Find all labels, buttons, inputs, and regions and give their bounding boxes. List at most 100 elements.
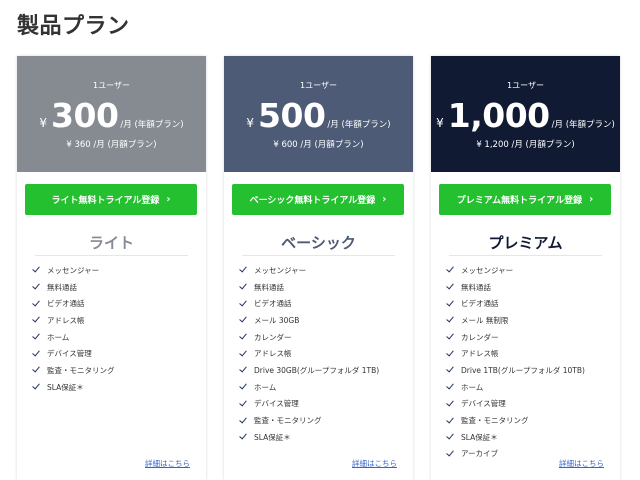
plan-name: ベーシック bbox=[281, 234, 356, 252]
monthly-price: ¥ 360 /月 (月額プラン) bbox=[66, 140, 157, 150]
feature-list: メッセンジャー 無料通話 ビデオ通話 アドレス帳 ホーム デバイス管理 監査・モニタリング S… bbox=[32, 262, 115, 396]
price-unit: /月 (年額プラン) bbox=[120, 120, 184, 130]
feature-item: ビデオ通話 bbox=[239, 295, 379, 312]
monthly-price: ¥ 1,200 /月 (月額プラン) bbox=[476, 140, 575, 150]
feature-item: メール 無制限 bbox=[446, 312, 585, 329]
plan-name: ライト bbox=[88, 234, 134, 252]
check-icon bbox=[446, 398, 454, 407]
trial-button-label: ベーシック無料トライアル登録 bbox=[249, 196, 376, 206]
price-amount: 300 bbox=[51, 96, 119, 135]
check-icon bbox=[32, 298, 40, 307]
price-box: 1ユーザー ¥ 300 /月 (年額プラン) ¥ 360 /月 (月額プラン) bbox=[17, 56, 206, 172]
feature-label: デバイス管理 bbox=[47, 349, 92, 359]
feature-label: アドレス帳 bbox=[461, 349, 499, 359]
feature-item: カレンダー bbox=[239, 329, 379, 346]
check-icon bbox=[446, 381, 454, 390]
check-icon bbox=[446, 448, 454, 457]
detail-link-basic[interactable]: 詳細はこちら bbox=[352, 458, 397, 469]
feature-item: Drive 1TB(グループフォルダ 10TB) bbox=[446, 362, 585, 379]
plan-card-premium: 1ユーザー ¥ 1,000 /月 (年額プラン) ¥ 1,200 /月 (月額プ… bbox=[431, 56, 620, 480]
feature-item: ホーム bbox=[32, 329, 115, 346]
price-unit: /月 (年額プラン) bbox=[551, 120, 615, 130]
check-icon bbox=[32, 331, 40, 340]
feature-label: メール 無制限 bbox=[461, 315, 509, 325]
feature-label: SLA保証＊ bbox=[47, 382, 84, 392]
price-box: 1ユーザー ¥ 500 /月 (年額プラン) ¥ 600 /月 (月額プラン) bbox=[224, 56, 413, 172]
feature-item: ホーム bbox=[239, 379, 379, 396]
check-icon bbox=[239, 415, 247, 423]
feature-item: デバイス管理 bbox=[32, 345, 115, 362]
feature-label: メッセンジャー bbox=[254, 265, 307, 275]
check-icon bbox=[239, 431, 247, 440]
feature-label: デバイス管理 bbox=[461, 399, 506, 409]
feature-item: ホーム bbox=[446, 379, 585, 396]
trial-button-light[interactable]: ライト無料トライアル登録 › bbox=[25, 184, 197, 215]
plan-card-basic: 1ユーザー ¥ 500 /月 (年額プラン) ¥ 600 /月 (月額プラン) … bbox=[224, 56, 413, 480]
check-icon bbox=[446, 314, 454, 323]
feature-label: ホーム bbox=[47, 332, 70, 342]
check-icon bbox=[446, 298, 454, 307]
feature-label: ビデオ通話 bbox=[47, 299, 85, 309]
check-icon bbox=[239, 398, 247, 407]
feature-item: アドレス帳 bbox=[446, 345, 585, 362]
divider bbox=[242, 255, 395, 256]
feature-item: メッセンジャー bbox=[239, 262, 379, 279]
feature-item: ビデオ通話 bbox=[446, 295, 585, 312]
feature-label: デバイス管理 bbox=[254, 399, 299, 409]
feature-item: 無料通話 bbox=[32, 279, 115, 296]
check-icon bbox=[446, 264, 454, 273]
check-icon bbox=[446, 431, 454, 440]
feature-item: メッセンジャー bbox=[32, 262, 115, 279]
feature-label: 無料通話 bbox=[254, 282, 284, 292]
feature-item: SLA保証＊ bbox=[239, 429, 379, 446]
check-icon bbox=[446, 365, 454, 373]
feature-item: 監査・モニタリング bbox=[446, 412, 585, 429]
feature-item: Drive 30GB(グループフォルダ 1TB) bbox=[239, 362, 380, 379]
divider bbox=[35, 255, 188, 256]
per-user-label: 1ユーザー bbox=[507, 81, 544, 90]
check-icon bbox=[446, 348, 454, 357]
trial-button-label: ライト無料トライアル登録 bbox=[51, 196, 160, 206]
feature-label: アドレス帳 bbox=[47, 315, 85, 325]
feature-label: 監査・モニタリング bbox=[461, 416, 529, 426]
check-icon bbox=[446, 281, 454, 290]
feature-label: アーカイブ bbox=[461, 449, 499, 459]
feature-item: SLA保証＊ bbox=[32, 379, 115, 396]
trial-button-basic[interactable]: ベーシック無料トライアル登録 › bbox=[232, 184, 404, 215]
detail-link-light[interactable]: 詳細はこちら bbox=[145, 458, 190, 469]
trial-button-premium[interactable]: プレミアム無料トライアル登録 › bbox=[439, 184, 611, 215]
check-icon bbox=[239, 365, 247, 373]
feature-item: デバイス管理 bbox=[239, 396, 379, 413]
chevron-right-icon: › bbox=[382, 194, 387, 205]
check-icon bbox=[32, 314, 40, 323]
feature-label: ビデオ通話 bbox=[461, 299, 499, 309]
check-icon bbox=[32, 381, 40, 390]
check-icon bbox=[32, 281, 40, 290]
feature-label: メール 30GB bbox=[254, 315, 300, 325]
check-icon bbox=[239, 298, 247, 307]
feature-label: メッセンジャー bbox=[461, 265, 514, 275]
feature-label: SLA保証＊ bbox=[254, 432, 291, 442]
plan-name: プレミアム bbox=[488, 234, 563, 252]
feature-label: メッセンジャー bbox=[47, 265, 100, 275]
feature-item: 無料通話 bbox=[446, 279, 585, 296]
price-amount: 1,000 bbox=[447, 96, 550, 135]
yen-symbol: ¥ bbox=[39, 116, 48, 130]
chevron-right-icon: › bbox=[166, 194, 171, 205]
feature-label: SLA保証＊ bbox=[461, 432, 498, 442]
feature-label: Drive 1TB(グループフォルダ 10TB) bbox=[461, 365, 585, 375]
check-icon bbox=[446, 415, 454, 423]
feature-item: メッセンジャー bbox=[446, 262, 585, 279]
feature-label: 監査・モニタリング bbox=[254, 416, 322, 426]
feature-label: ホーム bbox=[254, 382, 277, 392]
price-amount: 500 bbox=[258, 96, 326, 135]
price-unit: /月 (年額プラン) bbox=[327, 120, 391, 130]
yen-symbol: ¥ bbox=[436, 116, 444, 130]
yen-symbol: ¥ bbox=[246, 116, 255, 130]
per-user-label: 1ユーザー bbox=[93, 81, 130, 90]
feature-label: Drive 30GB(グループフォルダ 1TB) bbox=[254, 365, 380, 375]
check-icon bbox=[239, 264, 247, 273]
price-line: ¥ 300 /月 (年額プラン) bbox=[17, 96, 206, 135]
detail-link-premium[interactable]: 詳細はこちら bbox=[559, 458, 604, 469]
check-icon bbox=[239, 281, 247, 290]
